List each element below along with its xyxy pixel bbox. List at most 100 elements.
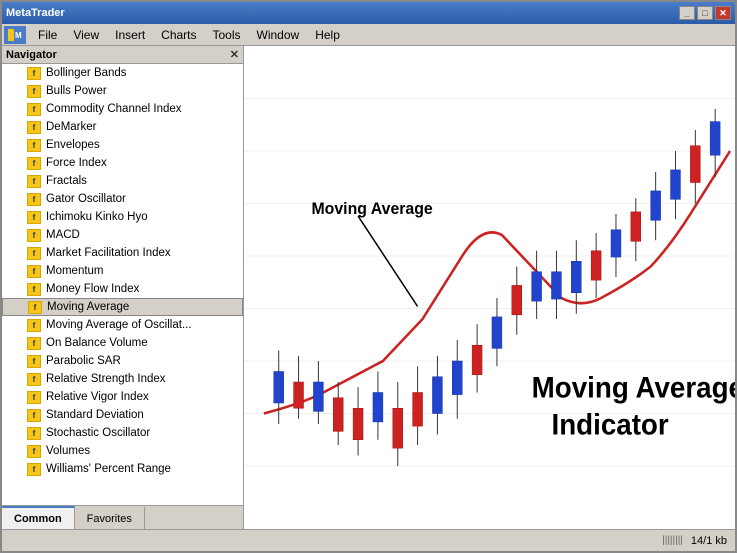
indicator-icon: f [26,246,42,260]
moving-average-chart-label: Moving Average [311,200,432,219]
status-info: |||||||| 14/1 kb [662,535,727,547]
indicator-icon: f [26,444,42,458]
nav-item-label: Williams' Percent Range [46,463,171,475]
nav-item-label: Bulls Power [46,85,107,97]
nav-item-label: MACD [46,229,80,241]
nav-item-stochastic-oscillator[interactable]: f Stochastic Oscillator [2,424,243,442]
svg-text:M: M [15,31,22,40]
nav-item-label: Bollinger Bands [46,67,127,79]
nav-item-parabolic-sar[interactable]: f Parabolic SAR [2,352,243,370]
indicator-icon: f [26,336,42,350]
chart-svg: Moving Average Moving Average Indicator [244,46,735,529]
maximize-button[interactable]: □ [697,6,713,20]
nav-item-envelopes[interactable]: f Envelopes [2,136,243,154]
nav-item-demarker[interactable]: f DeMarker [2,118,243,136]
indicator-icon: f [26,102,42,116]
navigator-panel: Navigator ✕ f Bollinger Bands f Bulls Power… [2,46,244,529]
nav-item-commodity-channel-index[interactable]: f Commodity Channel Index [2,100,243,118]
indicator-icon: f [26,408,42,422]
menu-view[interactable]: View [65,26,107,44]
nav-item-label: Envelopes [46,139,100,151]
nav-item-label: Standard Deviation [46,409,144,421]
indicator-icon: f [26,66,42,80]
chart-area: Moving Average Moving Average Indicator [244,46,735,529]
nav-item-label: Volumes [46,445,90,457]
navigator-title: Navigator [6,49,57,61]
navigator-header: Navigator ✕ [2,46,243,64]
nav-item-market-facilitation-index[interactable]: f Market Facilitation Index [2,244,243,262]
indicator-icon: f [26,264,42,278]
indicator-icon: f [26,156,42,170]
navigator-list[interactable]: f Bollinger Bands f Bulls Power f Commodity C… [2,64,243,505]
nav-item-relative-strength-index[interactable]: f Relative Strength Index [2,370,243,388]
tab-common[interactable]: Common [2,506,75,529]
app-icon: M [4,26,26,44]
indicator-label-line1: Moving Average [532,372,735,405]
nav-item-label: Commodity Channel Index [46,103,182,115]
navigator-tabs: Common Favorites [2,505,243,529]
nav-item-label: Force Index [46,157,107,169]
indicator-icon: f [26,138,42,152]
close-button[interactable]: ✕ [715,6,731,20]
nav-item-fractals[interactable]: f Fractals [2,172,243,190]
nav-item-label: Relative Vigor Index [46,391,149,403]
nav-item-standard-deviation[interactable]: f Standard Deviation [2,406,243,424]
indicator-icon: f [26,120,42,134]
nav-item-label: Parabolic SAR [46,355,121,367]
nav-item-label: Gator Oscillator [46,193,126,205]
indicator-icon: f [26,372,42,386]
nav-item-ichimoku-kinko-hyo[interactable]: fIchimoku Kinko Hyo [2,208,243,226]
indicator-icon: f [26,84,42,98]
nav-item-label: Stochastic Oscillator [46,427,150,439]
nav-item-label: Fractals [46,175,87,187]
bars-icon: |||||||| [662,535,683,546]
nav-item-label: Moving Average of Oscillat... [46,319,192,331]
nav-item-label: Relative Strength Index [46,373,166,385]
menu-tools[interactable]: Tools [205,26,249,44]
menu-insert[interactable]: Insert [107,26,153,44]
title-bar-buttons: _ □ ✕ [679,6,731,20]
menu-charts[interactable]: Charts [153,26,204,44]
indicator-icon: f [26,462,42,476]
nav-item-momentum[interactable]: fMomentum [2,262,243,280]
menu-file[interactable]: File [30,26,65,44]
nav-item-relative-vigor-index[interactable]: f Relative Vigor Index [2,388,243,406]
nav-item-gator-oscillator[interactable]: f Gator Oscillator [2,190,243,208]
nav-item-bulls-power[interactable]: f Bulls Power [2,82,243,100]
indicator-icon: f [26,210,42,224]
nav-item-label: Money Flow Index [46,283,139,295]
tab-favorites[interactable]: Favorites [75,506,145,529]
navigator-close-button[interactable]: ✕ [230,48,239,61]
nav-item-on-balance-volume[interactable]: f On Balance Volume [2,334,243,352]
window-title: MetaTrader [6,7,65,19]
nav-item-moving-average-of-oscillat[interactable]: f Moving Average of Oscillat... [2,316,243,334]
indicator-icon: f [26,192,42,206]
indicator-icon: f [27,300,43,314]
indicator-icon: f [26,426,42,440]
menu-window[interactable]: Window [249,26,308,44]
nav-item-label: On Balance Volume [46,337,148,349]
menu-help[interactable]: Help [307,26,348,44]
indicator-icon: f [26,390,42,404]
title-bar: MetaTrader _ □ ✕ [2,2,735,24]
indicator-icon: f [26,282,42,296]
nav-item-williams-percent-range[interactable]: f Williams' Percent Range [2,460,243,478]
indicator-icon: f [26,228,42,242]
main-window: MetaTrader _ □ ✕ M File View Insert Char… [0,0,737,553]
nav-item-volumes[interactable]: f Volumes [2,442,243,460]
nav-item-label: DeMarker [46,121,96,133]
size-info: 14/1 kb [691,535,727,547]
nav-item-moving-average[interactable]: fMoving Average [2,298,243,316]
nav-item-macd[interactable]: f MACD [2,226,243,244]
indicator-icon: f [26,318,42,332]
indicator-icon: f [26,174,42,188]
nav-item-label: Market Facilitation Index [46,247,171,259]
menu-bar: M File View Insert Charts Tools Window H… [2,24,735,46]
nav-item-money-flow-index[interactable]: f Money Flow Index [2,280,243,298]
main-content: Navigator ✕ f Bollinger Bands f Bulls Power… [2,46,735,529]
indicator-label-line2: Indicator [551,409,668,442]
minimize-button[interactable]: _ [679,6,695,20]
nav-item-bollinger-bands[interactable]: f Bollinger Bands [2,64,243,82]
indicator-icon: f [26,354,42,368]
nav-item-force-index[interactable]: f Force Index [2,154,243,172]
